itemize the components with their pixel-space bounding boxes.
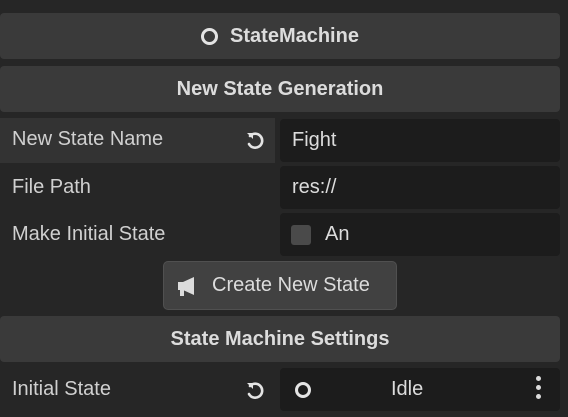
make-initial-state-text: An: [325, 223, 350, 245]
section-new-state-generation[interactable]: New State Generation: [0, 66, 560, 112]
node-title: StateMachine: [230, 24, 359, 47]
node-header: StateMachine: [0, 13, 560, 59]
initial-state-value: Idle: [391, 378, 424, 400]
initial-state-label: Initial State: [12, 378, 111, 400]
initial-state-selector[interactable]: Idle: [280, 368, 560, 411]
create-new-state-label: Create New State: [212, 274, 370, 296]
checkbox-box[interactable]: [291, 224, 311, 245]
new-state-name-input[interactable]: Fight: [280, 119, 560, 162]
kebab-menu-icon[interactable]: [536, 376, 542, 399]
file-path-label: File Path: [12, 176, 91, 198]
file-path-input[interactable]: res://: [280, 166, 560, 209]
file-path-value: res://: [292, 176, 337, 198]
section-title: State Machine Settings: [170, 327, 390, 350]
revert-icon[interactable]: [243, 379, 267, 403]
megaphone-icon: [176, 275, 200, 297]
make-initial-state-label: Make Initial State: [12, 223, 166, 245]
revert-icon[interactable]: [243, 129, 267, 153]
new-state-name-value: Fight: [292, 129, 337, 151]
circle-icon: [295, 381, 311, 398]
section-title: New State Generation: [176, 77, 384, 100]
new-state-name-label: New State Name: [12, 128, 164, 150]
make-initial-state-checkbox[interactable]: An: [280, 213, 560, 256]
section-state-machine-settings[interactable]: State Machine Settings: [0, 316, 560, 362]
circle-icon: [201, 27, 219, 45]
create-new-state-button[interactable]: Create New State: [163, 261, 397, 310]
